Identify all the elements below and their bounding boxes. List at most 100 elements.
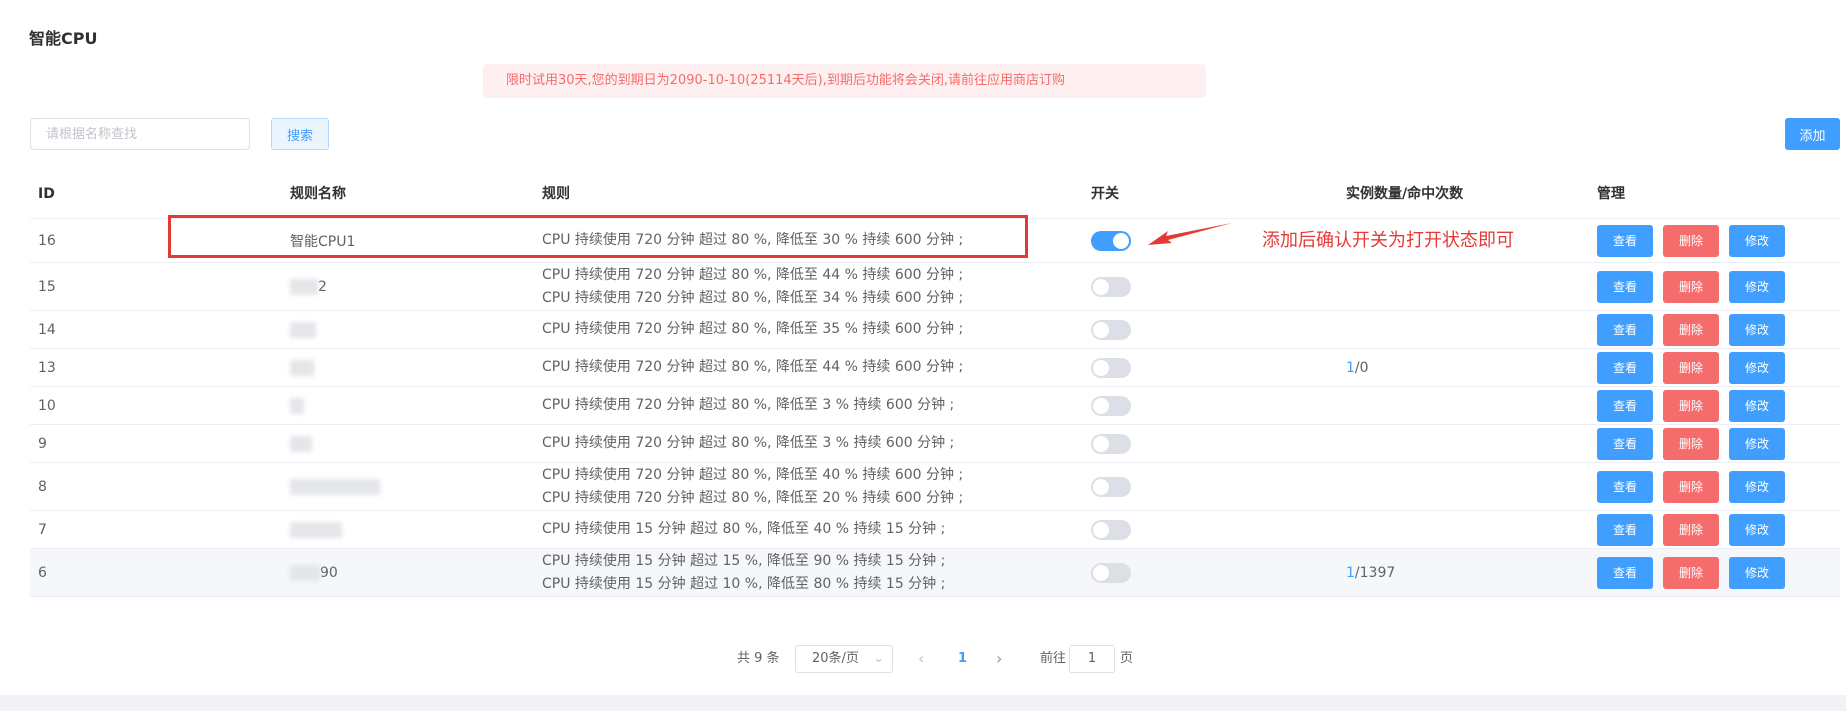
row-id: 14	[38, 321, 56, 338]
delete-button[interactable]: 删除	[1663, 427, 1719, 460]
search-button[interactable]: 搜索	[271, 118, 329, 150]
toggle-knob	[1093, 397, 1109, 414]
rule-toggle-switch[interactable]	[1091, 395, 1131, 416]
row-actions-cell: 查看 删除 修改	[1597, 463, 1795, 510]
view-button[interactable]: 查看	[1597, 513, 1653, 546]
goto-page-input[interactable]	[1069, 645, 1115, 673]
table-row: 7 CPU 持续使用 15 分钟 超过 80 %, 降低至 40 % 持续 15 …	[30, 511, 1840, 549]
row-actions-cell: 查看 删除 修改	[1597, 387, 1795, 424]
table-row: 13 CPU 持续使用 720 分钟 超过 80 %, 降低至 44 % 持续 6…	[30, 349, 1840, 387]
rule-toggle-switch[interactable]	[1091, 230, 1131, 251]
instance-count-link[interactable]: 1	[1346, 360, 1355, 376]
row-name-cell	[290, 511, 342, 548]
rule-toggle-switch[interactable]	[1091, 357, 1131, 378]
edit-button[interactable]: 修改	[1729, 513, 1785, 546]
rule-toggle-switch[interactable]	[1091, 433, 1131, 454]
row-id: 8	[38, 478, 47, 495]
edit-button[interactable]: 修改	[1729, 427, 1785, 460]
rule-toggle-switch[interactable]	[1091, 276, 1131, 297]
row-rules-cell: CPU 持续使用 720 分钟 超过 80 %, 降低至 44 % 持续 600…	[542, 349, 963, 386]
table-row: 15 2 CPU 持续使用 720 分钟 超过 80 %, 降低至 44 % 持续 …	[30, 263, 1840, 311]
goto-suffix-label: 页	[1120, 651, 1134, 666]
row-name-cell: 2	[290, 263, 327, 310]
search-input[interactable]	[30, 118, 250, 150]
rule-condition: CPU 持续使用 720 分钟 超过 80 %, 降低至 34 % 持续 600…	[542, 289, 964, 306]
delete-button[interactable]: 删除	[1663, 270, 1719, 303]
page-size-select[interactable]: 20条/页 ⌄	[795, 645, 893, 673]
row-name-cell	[290, 311, 316, 348]
redacted-name-block	[290, 321, 316, 338]
row-id: 7	[38, 521, 47, 538]
table-header: ID 规则名称 规则 开关 实例数量/命中次数 管理	[30, 170, 1840, 219]
redacted-name-block	[290, 278, 318, 295]
rule-toggle-switch[interactable]	[1091, 519, 1131, 540]
toggle-knob	[1093, 521, 1109, 538]
add-button[interactable]: 添加	[1785, 118, 1840, 150]
row-actions-cell: 查看 删除 修改	[1597, 425, 1795, 462]
view-button[interactable]: 查看	[1597, 470, 1653, 503]
toggle-knob	[1093, 359, 1109, 376]
rule-toggle-switch[interactable]	[1091, 319, 1131, 340]
view-button[interactable]: 查看	[1597, 389, 1653, 422]
rule-condition: CPU 持续使用 15 分钟 超过 15 %, 降低至 90 % 持续 15 分…	[542, 552, 946, 569]
toggle-knob	[1093, 435, 1109, 452]
header-manage: 管理	[1597, 186, 1625, 202]
main-panel: 智能CPU 限时试用30天,您的到期日为2090-10-10(25114天后),…	[0, 0, 1846, 695]
hit-count: /0	[1354, 359, 1369, 376]
edit-button[interactable]: 修改	[1729, 389, 1785, 422]
table-row: 14 CPU 持续使用 720 分钟 超过 80 %, 降低至 35 % 持续 6…	[30, 311, 1840, 349]
row-name-cell	[290, 387, 304, 424]
toggle-knob	[1093, 278, 1109, 295]
row-actions-cell: 查看 删除 修改	[1597, 349, 1795, 386]
row-switch-cell	[1091, 349, 1131, 386]
view-button[interactable]: 查看	[1597, 556, 1653, 589]
annotation-arrow-icon	[1148, 223, 1232, 245]
delete-button[interactable]: 删除	[1663, 513, 1719, 546]
row-id: 16	[38, 232, 56, 249]
row-actions-cell: 查看 删除 修改	[1597, 549, 1795, 596]
edit-button[interactable]: 修改	[1729, 351, 1785, 384]
next-page-icon[interactable]: ›	[996, 645, 1002, 673]
view-button[interactable]: 查看	[1597, 270, 1653, 303]
edit-button[interactable]: 修改	[1729, 470, 1785, 503]
page-number-current[interactable]: 1	[958, 645, 967, 673]
delete-button[interactable]: 删除	[1663, 470, 1719, 503]
header-rule: 规则	[542, 186, 570, 202]
instance-count-link[interactable]: 1	[1346, 565, 1355, 581]
header-id: ID	[38, 186, 55, 202]
rule-name: 90	[320, 564, 338, 581]
annotation-text: 添加后确认开关为打开状态即可	[1262, 230, 1514, 251]
rule-condition: CPU 持续使用 15 分钟 超过 80 %, 降低至 40 % 持续 15 分…	[542, 521, 946, 537]
row-count-cell: 1/0	[1346, 349, 1369, 386]
view-button[interactable]: 查看	[1597, 427, 1653, 460]
rule-toggle-switch[interactable]	[1091, 562, 1131, 583]
prev-page-icon[interactable]: ‹	[918, 645, 924, 673]
table-row: 8 CPU 持续使用 720 分钟 超过 80 %, 降低至 40 % 持续 60…	[30, 463, 1840, 511]
view-button[interactable]: 查看	[1597, 313, 1653, 346]
row-rules-cell: CPU 持续使用 720 分钟 超过 80 %, 降低至 3 % 持续 600 …	[542, 387, 954, 424]
edit-button[interactable]: 修改	[1729, 270, 1785, 303]
edit-button[interactable]: 修改	[1729, 556, 1785, 589]
rule-condition: CPU 持续使用 720 分钟 超过 80 %, 降低至 35 % 持续 600…	[542, 321, 964, 337]
hit-count: /1397	[1354, 564, 1396, 581]
row-switch-cell	[1091, 387, 1131, 424]
delete-button[interactable]: 删除	[1663, 389, 1719, 422]
table-body: 16 智能CPU1 CPU 持续使用 720 分钟 超过 80 %, 降低至 30 …	[30, 219, 1840, 597]
view-button[interactable]: 查看	[1597, 224, 1653, 257]
rule-condition: CPU 持续使用 720 分钟 超过 80 %, 降低至 20 % 持续 600…	[542, 489, 964, 506]
toggle-knob	[1093, 478, 1109, 495]
delete-button[interactable]: 删除	[1663, 224, 1719, 257]
row-name-cell	[290, 425, 312, 462]
header-instance-count: 实例数量/命中次数	[1346, 186, 1464, 202]
delete-button[interactable]: 删除	[1663, 313, 1719, 346]
header-rule-name: 规则名称	[290, 186, 346, 202]
delete-button[interactable]: 删除	[1663, 556, 1719, 589]
row-name-cell	[290, 349, 314, 386]
edit-button[interactable]: 修改	[1729, 313, 1785, 346]
row-name-cell: 90	[290, 549, 338, 596]
delete-button[interactable]: 删除	[1663, 351, 1719, 384]
page-title: 智能CPU	[29, 29, 98, 48]
view-button[interactable]: 查看	[1597, 351, 1653, 384]
rule-toggle-switch[interactable]	[1091, 476, 1131, 497]
edit-button[interactable]: 修改	[1729, 224, 1785, 257]
